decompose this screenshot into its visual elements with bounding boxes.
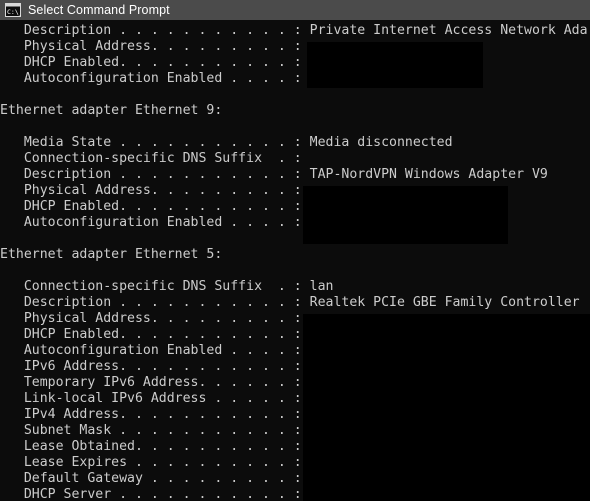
console-line: Connection-specific DNS Suffix . : xyxy=(0,151,302,166)
console-output-area[interactable]: Description . . . . . . . . . . . : Priv… xyxy=(0,20,590,501)
console-line: Connection-specific DNS Suffix . : lan xyxy=(0,279,334,294)
redaction-block-ethernet-9 xyxy=(303,186,508,244)
console-line: Physical Address. . . . . . . . . : xyxy=(0,39,302,54)
console-line: Media State . . . . . . . . . . . : Medi… xyxy=(0,135,453,150)
console-line: Ethernet adapter Ethernet 9: xyxy=(0,103,223,118)
redaction-block-adapter-1 xyxy=(307,42,483,88)
window-title: Select Command Prompt xyxy=(28,3,170,17)
window-titlebar[interactable]: C:\_ Select Command Prompt xyxy=(0,0,590,20)
svg-text:C:\_: C:\_ xyxy=(7,8,21,16)
console-line: Autoconfiguration Enabled . . . . : xyxy=(0,71,302,86)
console-line: Ethernet adapter Ethernet 5: xyxy=(0,247,223,262)
console-line: Description . . . . . . . . . . . : TAP-… xyxy=(0,167,548,182)
command-prompt-window: C:\_ Select Command Prompt Description .… xyxy=(0,0,590,501)
console-line: Description . . . . . . . . . . . : Priv… xyxy=(0,23,588,38)
console-line: Description . . . . . . . . . . . : Real… xyxy=(0,295,580,310)
command-prompt-icon: C:\_ xyxy=(5,3,21,17)
redaction-block-ethernet-5 xyxy=(303,314,590,501)
console-line: DHCP Enabled. . . . . . . . . . . : xyxy=(0,55,302,70)
